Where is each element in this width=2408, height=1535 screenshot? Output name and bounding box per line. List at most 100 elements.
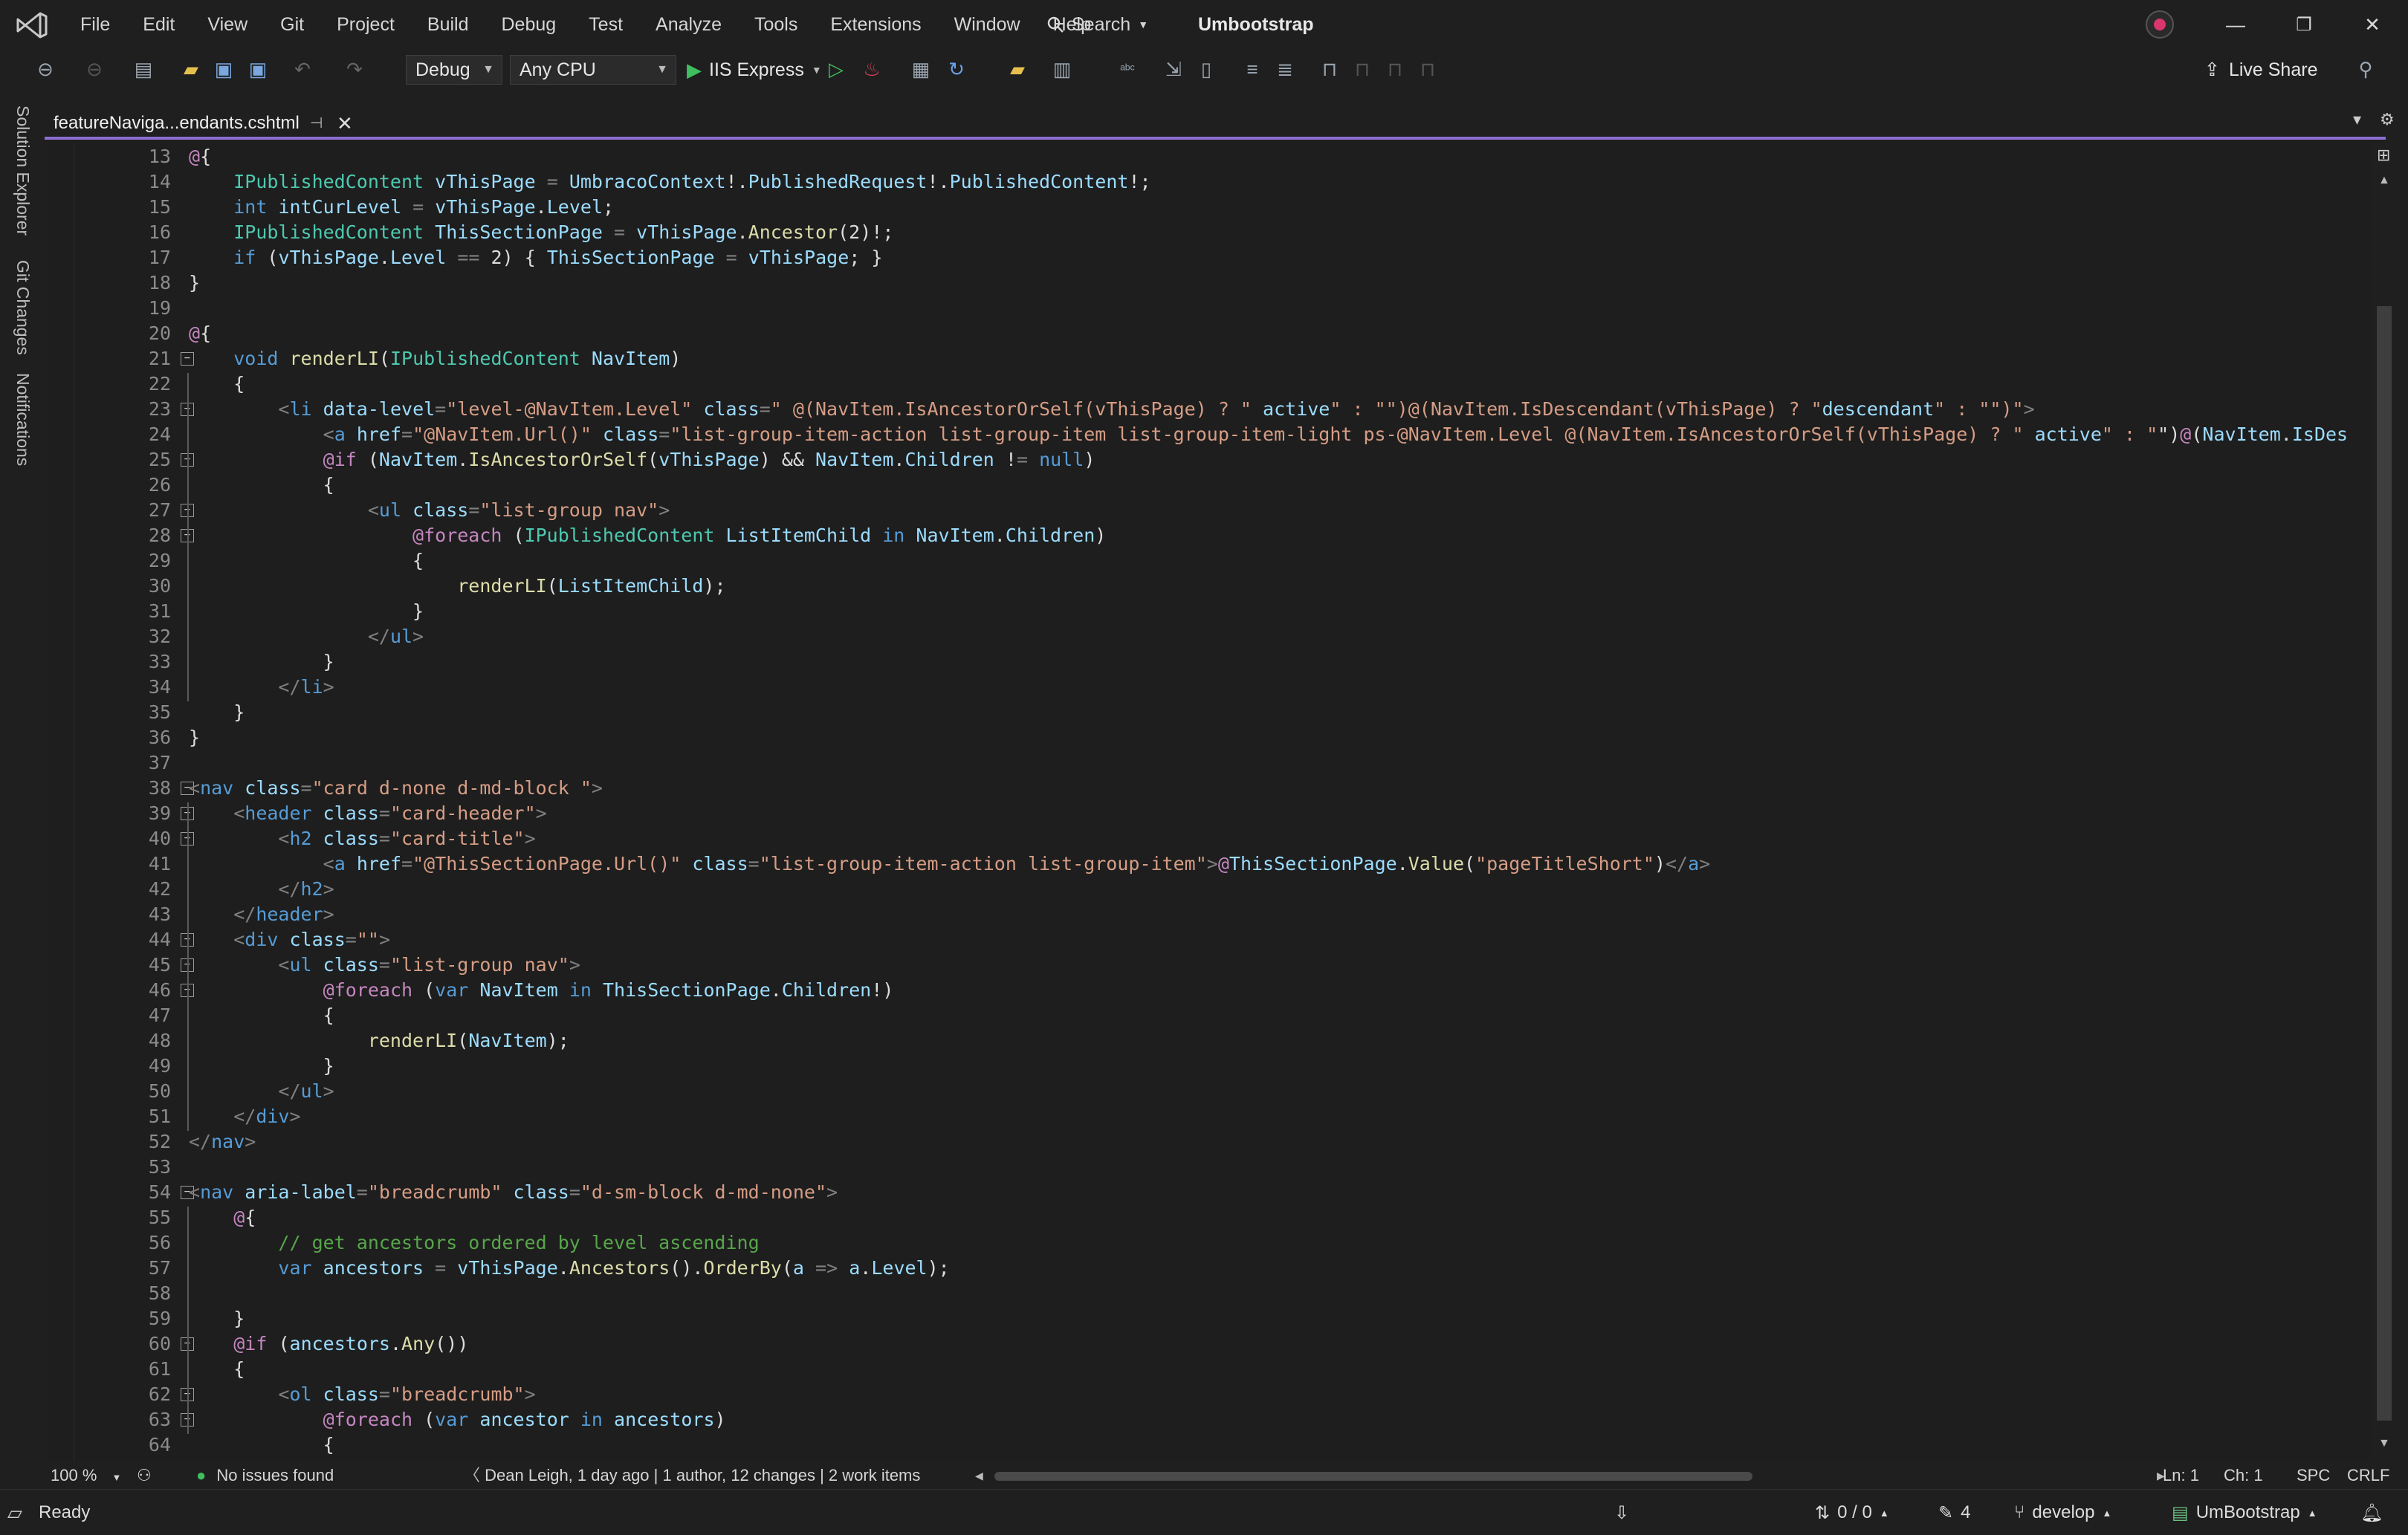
repository-indicator[interactable]: ▤ UmBootstrap ▲ [2172, 1490, 2317, 1535]
code-line[interactable]: var ancestors = vThisPage.Ancestors().Or… [189, 1256, 949, 1281]
code-line[interactable]: } [189, 270, 200, 296]
hot-reload-icon[interactable]: ♨ [859, 56, 884, 82]
save-icon[interactable]: ▣ [211, 56, 236, 82]
avatar[interactable] [2146, 10, 2174, 39]
code-line[interactable]: <nav class="card d-none d-md-block "> [189, 776, 603, 801]
close-tab-icon[interactable]: ✕ [337, 108, 353, 138]
code-line[interactable]: void renderLI(IPublishedContent NavItem) [189, 346, 681, 371]
visual-studio-logo-icon[interactable] [15, 10, 49, 40]
feedback-icon[interactable]: ⚲ [2353, 56, 2378, 82]
code-line[interactable]: <ul class="list-group nav"> [189, 498, 670, 523]
code-line[interactable]: @foreach (IPublishedContent ListItemChil… [189, 523, 1106, 548]
split-view-icon[interactable]: ⊞ [2377, 146, 2390, 165]
live-share-button[interactable]: ⇪ Live Share [2204, 56, 2317, 83]
code-line[interactable]: } [189, 1054, 334, 1079]
split-icon[interactable]: ▯ [1194, 56, 1219, 82]
menu-git[interactable]: Git [264, 4, 320, 45]
code-line[interactable]: </ul> [189, 624, 424, 649]
code-line[interactable]: renderLI(ListItemChild); [189, 574, 725, 599]
zoom-select[interactable]: 100 % ▼ [51, 1462, 121, 1489]
add-to-source-control-icon[interactable]: ⇩ [1614, 1490, 1629, 1535]
spell-check-icon[interactable]: ᵃᵇᶜ [1115, 56, 1140, 82]
code-line[interactable]: <a href="@ThisSectionPage.Url()" class="… [189, 851, 1711, 877]
redo-icon[interactable]: ↷ [342, 56, 367, 82]
line-ending-indicator[interactable]: CRLF [2347, 1462, 2389, 1489]
code-editor[interactable]: 13 14 15 16 17 18 19 20 21 22 23 24 25 26 27 28 29 30 31 32… [48, 143, 2371, 1462]
solution-explorer-tab[interactable]: Solution Explorer [10, 106, 33, 236]
back-icon[interactable]: ⊖ [33, 56, 58, 82]
search-box[interactable]: Search ▼ [1046, 7, 1148, 42]
intellicode-icon[interactable]: ⚇ [137, 1462, 152, 1489]
code-line[interactable]: } [189, 649, 334, 675]
codelens-info[interactable]: 〈 Dean Leigh, 1 day ago | 1 author, 12 c… [464, 1462, 920, 1489]
scroll-down-icon[interactable]: ▼ [2378, 1437, 2390, 1450]
code-line[interactable]: </header> [189, 902, 334, 927]
refresh-icon[interactable]: ↻ [944, 56, 969, 82]
code-line[interactable]: @if (ancestors.Any()) [189, 1331, 468, 1357]
sync-indicator[interactable]: ⇅ 0 / 0 ▲ [1815, 1490, 1889, 1535]
code-line[interactable]: { [189, 473, 334, 498]
document-tab[interactable]: featureNaviga...endants.cshtml ⊣ ✕ [45, 108, 364, 138]
code-line[interactable]: <a href="@NavItem.Url()" class="list-gro… [189, 422, 2348, 447]
restore-button[interactable]: ❐ [2270, 0, 2338, 49]
start-without-debugging-icon[interactable]: ▷ [823, 56, 849, 82]
clear-bookmarks-icon[interactable]: ⊓ [1415, 56, 1440, 82]
step-into-icon[interactable]: ⇲ [1161, 56, 1186, 82]
bookmark-icon[interactable]: ⊓ [1317, 56, 1342, 82]
previous-bookmark-icon[interactable]: ⊓ [1350, 56, 1375, 82]
code-line[interactable]: <ul class="list-group nav"> [189, 953, 580, 978]
forward-icon[interactable]: ⊖ [82, 56, 107, 82]
vertical-scrollbar[interactable]: ⊞ ▲ ▼ [2371, 143, 2398, 1462]
code-line[interactable]: { [189, 371, 245, 397]
code-line[interactable]: @{ [189, 321, 211, 346]
menu-file[interactable]: File [64, 4, 126, 45]
horizontal-scrollbar[interactable]: ◀ ▶ [975, 1467, 2165, 1484]
browser-link-icon[interactable]: ▦ [908, 56, 933, 82]
indent-icon[interactable]: ≡ [1240, 56, 1265, 82]
pin-icon[interactable]: ⊣ [310, 108, 323, 138]
start-debugging-button[interactable]: ▶ IIS Express ▼ [687, 55, 822, 85]
whitespace-indicator[interactable]: SPC [2297, 1462, 2330, 1489]
code-line[interactable]: <header class="card-header"> [189, 801, 547, 826]
next-bookmark-icon[interactable]: ⊓ [1382, 56, 1408, 82]
branch-indicator[interactable]: ⑂ develop ▲ [2014, 1490, 2111, 1535]
notifications-tab[interactable]: Notifications [10, 373, 33, 466]
scroll-thumb[interactable] [2377, 306, 2392, 1421]
code-line[interactable]: @foreach (var ancestor in ancestors) [189, 1407, 726, 1432]
menu-analyze[interactable]: Analyze [639, 4, 738, 45]
code-line[interactable]: } [189, 700, 245, 725]
configuration-select[interactable]: Debug ▼ [406, 55, 502, 85]
git-changes-tab[interactable]: Git Changes [10, 260, 33, 355]
code-line[interactable]: </nav> [189, 1129, 256, 1155]
scroll-left-icon[interactable]: ◀ [975, 1462, 983, 1489]
code-line[interactable]: <li data-level="level-@NavItem.Level" cl… [189, 397, 2034, 422]
gear-icon[interactable]: ⚙ [2380, 110, 2395, 129]
code-line[interactable]: <h2 class="card-title"> [189, 826, 535, 851]
pending-changes-indicator[interactable]: ✎ 4 [1938, 1490, 1970, 1535]
menu-project[interactable]: Project [320, 4, 411, 45]
bell-icon[interactable]: 🔔︎ [2360, 1490, 2383, 1535]
close-window-button[interactable]: ✕ [2338, 0, 2407, 49]
code-line[interactable]: @{ [189, 144, 211, 169]
code-line[interactable]: } [189, 599, 424, 624]
code-line[interactable]: @if (NavItem.IsAncestorOrSelf(vThisPage)… [189, 447, 1095, 473]
layout-icon[interactable]: ▥ [1049, 56, 1075, 82]
code-line[interactable]: { [189, 1357, 245, 1382]
issues-indicator[interactable]: ● No issues found [196, 1462, 334, 1489]
horizontal-scroll-thumb[interactable] [994, 1472, 1752, 1481]
code-line[interactable]: </ul> [189, 1079, 334, 1104]
code-line[interactable]: </li> [189, 675, 334, 700]
code-line[interactable]: IPublishedContent ThisSectionPage = vThi… [189, 220, 893, 245]
save-all-icon[interactable]: ▣ [245, 56, 271, 82]
menu-tools[interactable]: Tools [738, 4, 814, 45]
code-line[interactable]: } [189, 1306, 245, 1331]
menu-debug[interactable]: Debug [485, 4, 573, 45]
tab-overflow-icon[interactable]: ▾ [2353, 110, 2361, 129]
code-line[interactable]: @foreach (var NavItem in ThisSectionPage… [189, 978, 894, 1003]
menu-edit[interactable]: Edit [126, 4, 191, 45]
code-line[interactable]: </h2> [189, 877, 334, 902]
code-line[interactable]: <ol class="breadcrumb"> [189, 1382, 535, 1407]
code-line[interactable]: <div class=""> [189, 927, 390, 953]
menu-view[interactable]: View [191, 4, 264, 45]
new-project-icon[interactable]: ▤ [131, 56, 156, 82]
